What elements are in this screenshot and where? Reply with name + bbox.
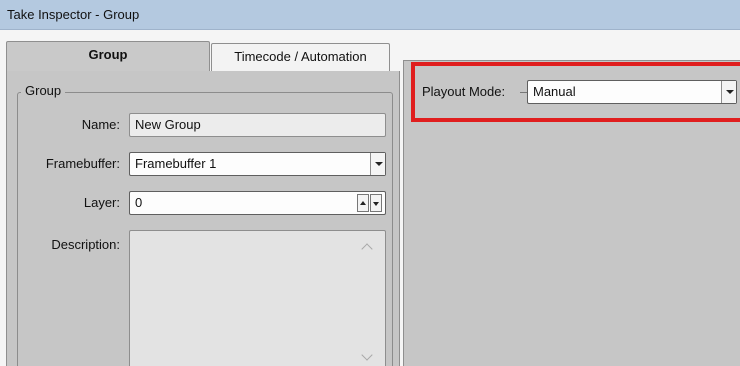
name-field[interactable]: New Group <box>129 113 386 137</box>
dropdown-arrow-icon[interactable] <box>370 153 385 175</box>
scroll-down-icon[interactable] <box>361 349 373 361</box>
label-connector-line <box>520 92 527 93</box>
playout-mode-select[interactable]: Manual <box>527 80 737 104</box>
layer-label: Layer: <box>83 195 120 210</box>
name-label: Name: <box>81 117 120 132</box>
spin-down-icon[interactable] <box>370 194 382 212</box>
framebuffer-select[interactable]: Framebuffer 1 <box>129 152 386 176</box>
window-title: Take Inspector - Group <box>7 7 140 22</box>
playout-mode-label: Playout Mode: <box>422 84 506 99</box>
framebuffer-value: Framebuffer 1 <box>135 156 217 171</box>
layer-value: 0 <box>135 195 143 210</box>
playout-mode-value: Manual <box>533 84 576 99</box>
spin-up-icon[interactable] <box>357 194 369 212</box>
tab-timecode-automation[interactable]: Timecode / Automation <box>211 43 390 71</box>
description-textarea[interactable] <box>129 230 386 366</box>
layer-spinbox[interactable]: 0 <box>129 191 386 215</box>
framebuffer-label: Framebuffer: <box>45 156 120 171</box>
description-label: Description: <box>51 237 120 252</box>
scroll-up-icon[interactable] <box>361 243 373 255</box>
window-title-bar: Take Inspector - Group <box>0 0 740 30</box>
tab-group[interactable]: Group <box>6 41 210 72</box>
dropdown-arrow-icon[interactable] <box>721 81 736 103</box>
group-box-legend: Group <box>21 83 66 98</box>
